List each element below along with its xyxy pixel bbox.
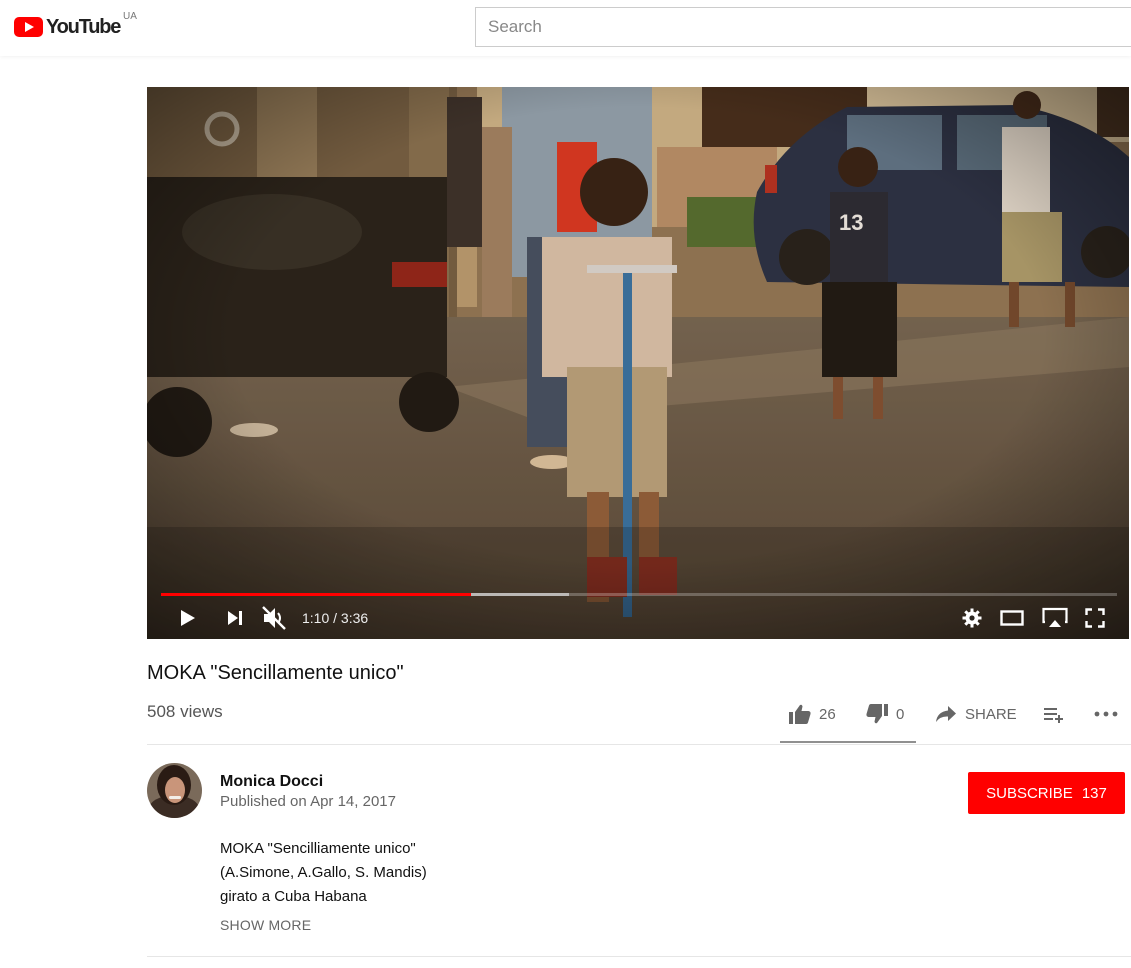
region-code: UA — [123, 11, 137, 22]
search-placeholder: Search — [488, 17, 542, 36]
skip-next-icon — [228, 611, 242, 625]
like-button[interactable]: 26 — [789, 702, 836, 726]
progress-bar[interactable] — [161, 593, 1117, 596]
description-line: (A.Simone, A.Gallo, S. Mandis) — [220, 864, 427, 881]
play-icon — [181, 610, 195, 626]
subscribe-button[interactable]: SUBSCRIBE 137 — [968, 772, 1125, 814]
time-display: 1:10 / 3:36 — [302, 610, 369, 626]
theater-mode-button[interactable] — [995, 597, 1029, 639]
search-input[interactable]: Search — [475, 7, 1131, 47]
thumbs-up-icon — [789, 704, 811, 724]
share-label: SHARE — [965, 705, 1017, 723]
playlist-add-icon — [1044, 708, 1063, 723]
subscribe-label: SUBSCRIBE — [986, 784, 1073, 802]
masthead: YouTube UA Search — [0, 0, 1131, 56]
share-arrow-icon — [936, 706, 956, 722]
divider — [147, 744, 1131, 745]
sentiment-bar — [780, 741, 916, 743]
gear-icon — [962, 608, 982, 628]
description-line: girato a Cuba Habana — [220, 888, 367, 905]
share-button[interactable]: SHARE — [935, 702, 1017, 726]
video-title: MOKA "Sencillamente unico" — [147, 662, 404, 684]
subscriber-count: 137 — [1081, 784, 1107, 802]
more-horizontal-icon — [1094, 711, 1118, 717]
description-line: MOKA "Sencilliamente unico" — [220, 840, 416, 857]
thumbs-down-icon — [866, 704, 888, 724]
fullscreen-icon — [1085, 608, 1105, 628]
video-player[interactable]: 13 — [147, 87, 1129, 639]
logo-text: YouTube — [46, 15, 121, 38]
airplay-button[interactable] — [1037, 597, 1073, 639]
more-actions-button[interactable] — [1094, 702, 1118, 726]
play-button[interactable] — [171, 597, 203, 639]
player-controls: 1:10 / 3:36 — [147, 597, 1129, 639]
avatar[interactable] — [147, 763, 202, 818]
show-more-button[interactable]: SHOW MORE — [220, 917, 311, 933]
youtube-play-icon — [14, 17, 43, 37]
youtube-logo[interactable]: YouTube UA — [14, 11, 137, 39]
video-frame: 13 — [147, 87, 1129, 639]
next-button[interactable] — [219, 597, 251, 639]
channel-name[interactable]: Monica Docci — [220, 773, 323, 791]
view-count: 508 views — [147, 702, 223, 721]
theater-mode-icon — [1000, 610, 1024, 626]
progress-played — [161, 593, 471, 596]
video-description: MOKA "Sencilliamente unico" (A.Simone, A… — [220, 837, 427, 909]
avatar-image — [147, 763, 202, 818]
settings-button[interactable] — [957, 597, 987, 639]
mute-button[interactable] — [257, 597, 291, 639]
publish-date: Published on Apr 14, 2017 — [220, 793, 396, 810]
dislike-count: 0 — [896, 705, 905, 723]
like-count: 26 — [819, 705, 836, 723]
airplay-icon — [1042, 607, 1068, 627]
save-to-playlist-button[interactable] — [1043, 702, 1065, 726]
fullscreen-button[interactable] — [1079, 597, 1111, 639]
dislike-button[interactable]: 0 — [866, 702, 904, 726]
divider — [147, 956, 1131, 957]
volume-muted-icon — [262, 606, 286, 630]
